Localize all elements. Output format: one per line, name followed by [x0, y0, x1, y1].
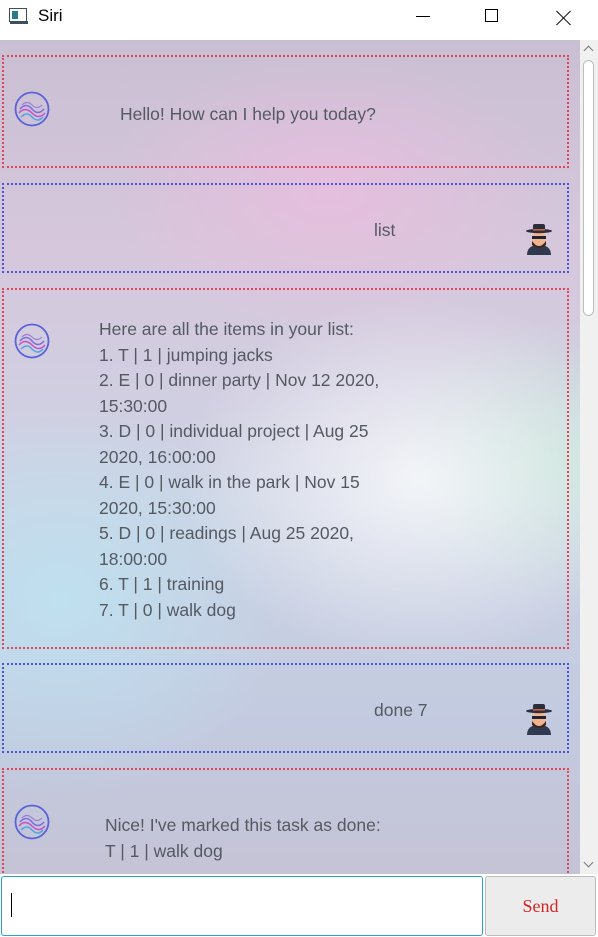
- scroll-up-icon[interactable]: [580, 40, 598, 58]
- siri-avatar-icon: [14, 323, 50, 359]
- title-bar: Siri: [0, 0, 598, 36]
- user-message: list: [2, 183, 569, 273]
- scroll-thumb[interactable]: [583, 60, 594, 316]
- siri-message: Hello! How can I help you today?: [2, 55, 569, 168]
- message-text: Hello! How can I help you today?: [120, 104, 376, 124]
- message-text: done 7: [374, 700, 428, 720]
- siri-message: Here are all the items in your list: 1. …: [2, 288, 569, 649]
- window-title: Siri: [38, 6, 63, 25]
- send-button[interactable]: Send: [485, 876, 596, 936]
- siri-avatar-icon: [14, 91, 50, 127]
- vertical-scrollbar[interactable]: [580, 40, 598, 874]
- user-avatar-icon: [526, 704, 552, 735]
- app-window-icon: [9, 8, 28, 24]
- user-message: done 7: [2, 663, 569, 753]
- siri-avatar-icon: [14, 804, 50, 840]
- user-avatar-icon: [526, 224, 552, 255]
- close-icon[interactable]: [540, 0, 586, 34]
- maximize-icon[interactable]: [469, 0, 515, 34]
- text-caret: [11, 893, 12, 917]
- siri-message: Nice! I've marked this task as done: T |…: [2, 768, 569, 874]
- message-text: Here are all the items in your list: 1. …: [99, 319, 380, 620]
- scroll-down-icon[interactable]: [580, 856, 598, 874]
- message-text: list: [374, 220, 396, 240]
- message-text: Nice! I've marked this task as done: T |…: [105, 815, 381, 861]
- chat-area[interactable]: Hello! How can I help you today? list He…: [0, 40, 580, 874]
- message-input[interactable]: [1, 876, 483, 936]
- input-row: Send: [0, 874, 598, 937]
- minimize-icon[interactable]: [400, 0, 446, 34]
